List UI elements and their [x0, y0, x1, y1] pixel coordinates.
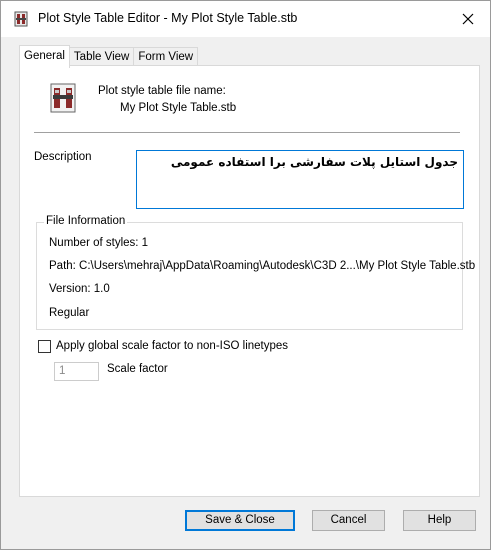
dialog-body: General Table View Form View Plot style …	[1, 37, 490, 549]
file-name-value: My Plot Style Table.stb	[120, 102, 237, 114]
title-bar: Plot Style Table Editor - My Plot Style …	[1, 1, 490, 37]
description-label: Description	[34, 151, 92, 163]
apply-scale-label[interactable]: Apply global scale factor to non-ISO lin…	[56, 340, 288, 352]
tab-table-view[interactable]: Table View	[68, 47, 135, 67]
file-information-title: File Information	[44, 215, 128, 227]
version: Version: 1.0	[49, 283, 110, 295]
scale-factor-label: Scale factor	[107, 363, 168, 375]
help-button[interactable]: Help	[403, 510, 476, 531]
tab-general[interactable]: General	[19, 45, 70, 68]
window-title: Plot Style Table Editor - My Plot Style …	[38, 11, 298, 25]
close-icon[interactable]	[454, 7, 482, 31]
general-tab-panel: Plot style table file name: My Plot Styl…	[19, 65, 480, 497]
table-type: Regular	[49, 307, 90, 319]
file-information-group: File Information Number of styles: 1 Pat…	[36, 215, 475, 330]
save-close-button[interactable]: Save & Close	[185, 510, 295, 531]
plot-style-table-editor-dialog: Plot Style Table Editor - My Plot Style …	[0, 0, 491, 550]
file-path: Path: C:\Users\mehraj\AppData\Roaming\Au…	[49, 260, 476, 272]
number-of-styles: Number of styles: 1	[49, 237, 149, 249]
cancel-button[interactable]: Cancel	[312, 510, 385, 531]
plot-style-table-icon	[13, 11, 29, 27]
plot-style-file-icon	[46, 81, 80, 115]
apply-scale-checkbox[interactable]	[38, 340, 51, 353]
description-textarea[interactable]: جدول استایل پلات سفارشی برا استفاده عموم…	[136, 150, 464, 209]
separator	[34, 132, 460, 133]
scale-factor-input: 1	[54, 362, 99, 381]
tab-form-view[interactable]: Form View	[133, 47, 199, 67]
file-name-label: Plot style table file name:	[98, 85, 226, 97]
tab-strip: General Table View Form View	[19, 45, 199, 68]
